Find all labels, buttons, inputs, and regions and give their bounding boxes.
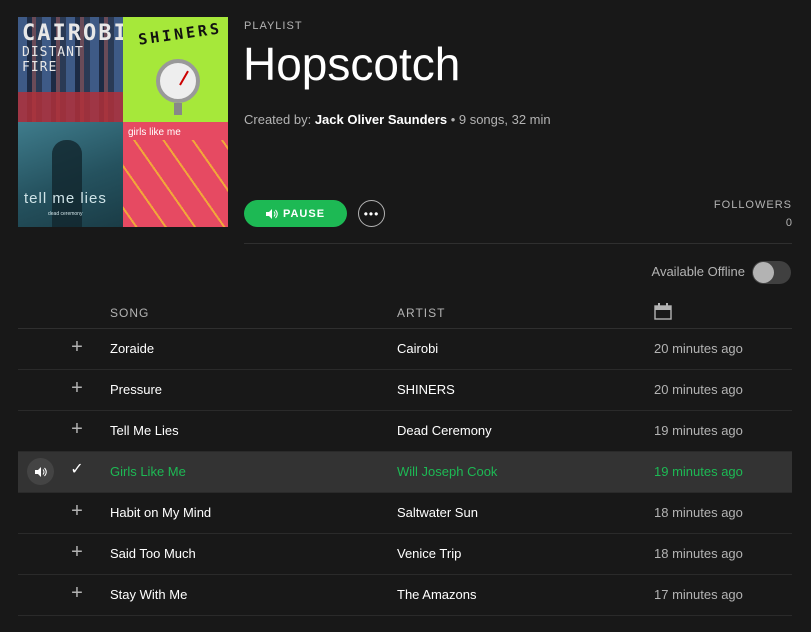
cover-tile4-title: girls like me [128,127,181,138]
cover-tile-cairobi: CAIROBI DISTANT FIRE [18,17,123,122]
column-header-artist[interactable]: ARTIST [397,306,445,320]
track-added: 20 minutes ago [654,382,743,397]
tracklist-header: SONG ARTIST [18,298,792,329]
add-icon[interactable]: + [68,542,86,562]
now-playing-speaker-icon[interactable] [27,458,54,485]
created-by-label: Created by: [244,112,315,127]
speaker-icon [265,208,278,219]
ellipsis-icon: ••• [363,206,380,221]
track-title[interactable]: Said Too Much [110,546,196,561]
track-artist[interactable]: Saltwater Sun [397,505,478,520]
track-title[interactable]: Tell Me Lies [110,423,179,438]
pause-label: PAUSE [282,207,326,220]
track-added: 19 minutes ago [654,464,743,479]
track-added: 17 minutes ago [654,587,743,602]
add-icon[interactable]: + [68,583,86,603]
track-title[interactable]: Girls Like Me [110,464,186,479]
track-row[interactable]: + Tell Me Lies Dead Ceremony 19 minutes … [18,411,792,452]
cover-tile2-title: SHINERS [136,19,223,49]
track-added: 20 minutes ago [654,341,743,356]
cover-tile3-title: tell me lies [24,190,107,207]
track-row[interactable]: + Said Too Much Venice Trip 18 minutes a… [18,534,792,575]
track-row[interactable]: + Stay With Me The Amazons 17 minutes ag… [18,575,792,616]
track-row[interactable]: + Habit on My Mind Saltwater Sun 18 minu… [18,493,792,534]
add-icon[interactable]: + [68,337,86,357]
more-options-button[interactable]: ••• [358,200,385,227]
pause-button[interactable]: PAUSE [244,200,347,227]
available-offline-label: Available Offline [651,264,745,279]
track-artist[interactable]: Venice Trip [397,546,461,561]
playlist-title: Hopscotch [243,38,461,90]
available-offline-toggle[interactable] [752,261,791,284]
cover-tile1-title: CAIROBI [22,21,123,46]
playlist-eyebrow: PLAYLIST [244,20,303,32]
header-divider [244,243,792,244]
track-title[interactable]: Stay With Me [110,587,187,602]
add-icon[interactable]: + [68,378,86,398]
check-icon[interactable]: ✓ [68,461,86,479]
track-artist[interactable]: SHINERS [397,382,455,397]
column-header-song[interactable]: SONG [110,306,149,320]
followers-count: 0 [785,217,792,229]
track-row[interactable]: + Pressure SHINERS 20 minutes ago [18,370,792,411]
track-added: 19 minutes ago [654,423,743,438]
track-title[interactable]: Pressure [110,382,162,397]
cover-tile-shiners: SHINERS [123,17,228,122]
playlist-summary: • 9 songs, 32 min [447,112,551,127]
cover-tile1-subtitle: DISTANT FIRE [22,45,84,75]
playlist-meta: Created by: Jack Oliver Saunders • 9 son… [244,112,551,127]
track-artist[interactable]: The Amazons [397,587,477,602]
track-artist[interactable]: Will Joseph Cook [397,464,497,479]
track-title[interactable]: Habit on My Mind [110,505,211,520]
playlist-owner-link[interactable]: Jack Oliver Saunders [315,112,447,127]
toggle-knob [753,262,774,283]
track-artist[interactable]: Cairobi [397,341,438,356]
track-added: 18 minutes ago [654,505,743,520]
track-title[interactable]: Zoraide [110,341,154,356]
track-row[interactable]: + Zoraide Cairobi 20 minutes ago [18,329,792,370]
followers-label: FOLLOWERS [713,199,792,211]
track-added: 18 minutes ago [654,546,743,561]
add-icon[interactable]: + [68,419,86,439]
add-icon[interactable]: + [68,501,86,521]
cover-tile-girls-like-me: girls like me [123,122,228,227]
track-row-playing[interactable]: ✓ Girls Like Me Will Joseph Cook 19 minu… [18,452,792,493]
track-artist[interactable]: Dead Ceremony [397,423,492,438]
cover-tile-tell-me-lies: tell me lies dead ceremony [18,122,123,227]
playlist-cover: CAIROBI DISTANT FIRE SHINERS tell me lie… [18,17,228,227]
calendar-icon[interactable] [654,303,672,323]
tracklist: + Zoraide Cairobi 20 minutes ago + Press… [18,329,792,616]
gauge-icon [156,59,200,103]
cover-tile3-subtitle: dead ceremony [48,211,83,217]
